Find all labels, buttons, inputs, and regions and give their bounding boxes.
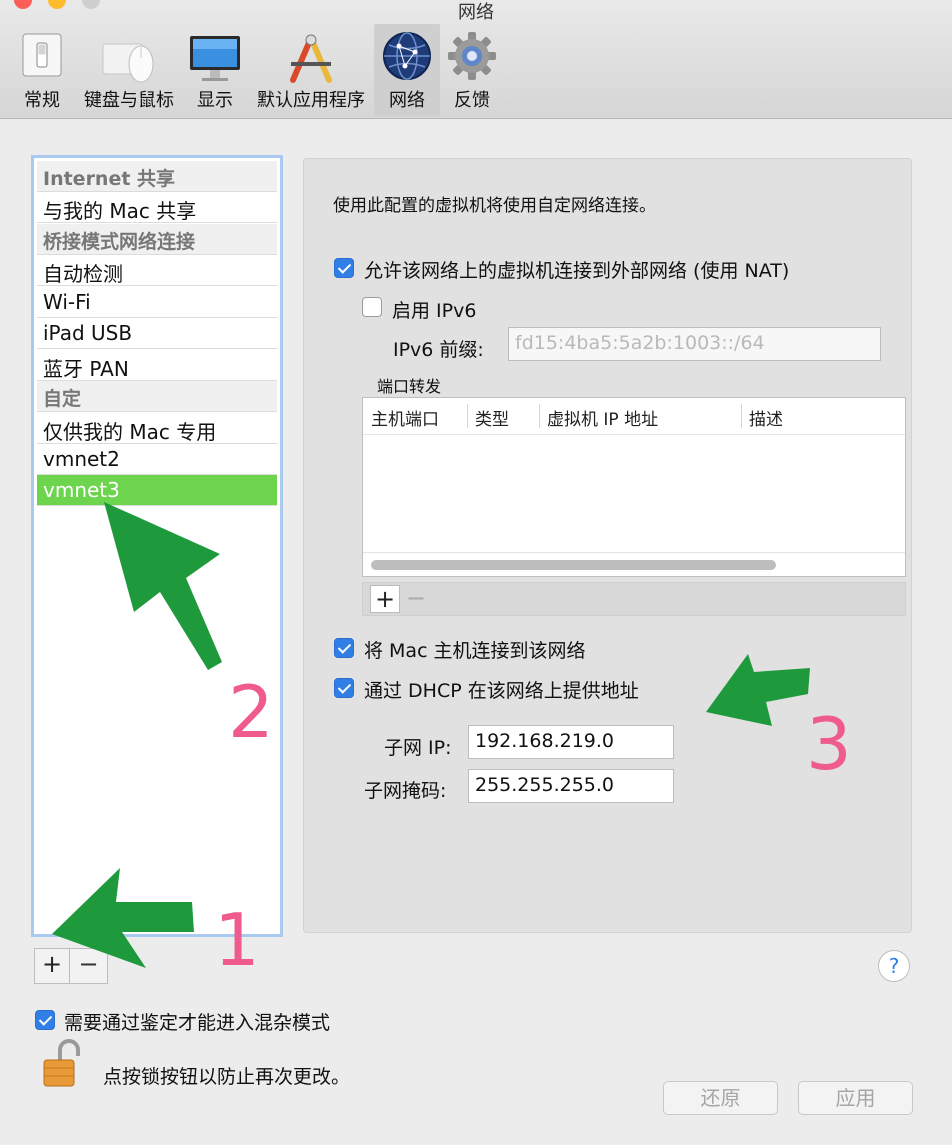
toolbar-item-display[interactable]: 显示	[186, 24, 244, 116]
list-item-wifi[interactable]: Wi-Fi	[37, 287, 277, 318]
window-title: 网络	[458, 2, 494, 23]
column-header-description[interactable]: 描述	[741, 398, 905, 435]
annotation-arrow-1	[52, 868, 194, 968]
add-port-forward-button[interactable]: +	[370, 585, 400, 613]
subnet-ip-label: 子网 IP:	[384, 737, 452, 759]
toolbar-item-feedback[interactable]: 反馈	[446, 24, 498, 116]
annotation-number-2: 2	[228, 670, 274, 754]
apply-button[interactable]: 应用	[798, 1081, 913, 1115]
window-toolbar: 网络 常规 键盘与鼠标 显示 默认应用程序 网络 反馈	[0, 0, 952, 119]
ipv6-prefix-field[interactable]: fd15:4ba5:5a2b:1003::/64	[508, 327, 881, 361]
ipv6-prefix-label: IPv6 前缀:	[393, 339, 484, 361]
help-button[interactable]: ?	[878, 950, 910, 982]
annotation-number-1: 1	[214, 898, 260, 982]
lock-hint-text: 点按锁按钮以防止再次更改。	[103, 1066, 351, 1088]
list-header-custom: 自定	[37, 381, 277, 412]
list-item-bluetooth-pan[interactable]: 蓝牙 PAN	[37, 350, 277, 381]
list-item-autodetect[interactable]: 自动检测	[37, 255, 277, 286]
toolbar-item-keyboard-mouse[interactable]: 键盘与鼠标	[78, 24, 180, 116]
toolbar-item-default-apps[interactable]: 默认应用程序	[252, 24, 370, 116]
column-header-vm-ip[interactable]: 虚拟机 IP 地址	[539, 398, 741, 435]
connect-mac-label: 将 Mac 主机连接到该网络	[364, 640, 586, 662]
globe-icon	[383, 32, 431, 80]
toolbar-item-network[interactable]: 网络	[374, 24, 440, 116]
toolbar-item-general[interactable]: 常规	[14, 24, 70, 116]
port-forwarding-title: 端口转发	[377, 377, 442, 396]
remove-port-forward-button[interactable]: −	[401, 585, 431, 613]
column-header-type[interactable]: 类型	[467, 398, 539, 435]
toolbar-label-keyboard-mouse: 键盘与鼠标	[84, 90, 174, 111]
annotation-arrow-3	[706, 654, 810, 726]
toolbar-label-general: 常规	[24, 90, 60, 111]
monitor-icon	[190, 36, 240, 81]
annotation-arrow-2	[104, 502, 222, 670]
connect-mac-checkbox[interactable]	[334, 638, 354, 658]
column-divider	[467, 404, 468, 428]
revert-button[interactable]: 还原	[663, 1081, 778, 1115]
subnet-ip-field[interactable]: 192.168.219.0	[468, 725, 674, 759]
annotation-number-3: 3	[806, 702, 852, 786]
column-header-host-port[interactable]: 主机端口	[363, 398, 467, 435]
ipv6-checkbox[interactable]	[362, 297, 382, 317]
promiscuous-label: 需要通过鉴定才能进入混杂模式	[64, 1012, 331, 1034]
list-header-bridged: 桥接模式网络连接	[37, 224, 277, 255]
lock-open-icon[interactable]	[40, 1038, 86, 1090]
promiscuous-checkbox[interactable]	[35, 1010, 55, 1030]
port-forwarding-table[interactable]: 主机端口 类型 虚拟机 IP 地址 描述	[362, 397, 906, 577]
list-header-internet-sharing: Internet 共享	[37, 161, 277, 192]
gear-icon	[448, 32, 496, 80]
column-divider	[539, 404, 540, 428]
toolbar-label-feedback: 反馈	[454, 90, 490, 111]
subnet-mask-label: 子网掩码:	[364, 780, 447, 802]
subnet-mask-field[interactable]: 255.255.255.0	[468, 769, 674, 803]
list-item-vmnet2[interactable]: vmnet2	[37, 444, 277, 475]
dhcp-label: 通过 DHCP 在该网络上提供地址	[364, 680, 639, 702]
mouse-icon	[102, 43, 154, 83]
column-divider	[741, 404, 742, 428]
nat-label: 允许该网络上的虚拟机连接到外部网络 (使用 NAT)	[364, 260, 790, 282]
horizontal-scrollbar[interactable]	[371, 560, 776, 570]
port-forwarding-add-remove-bar: + −	[362, 582, 906, 616]
toolbar-label-display: 显示	[197, 90, 233, 111]
nat-checkbox[interactable]	[334, 258, 354, 278]
app-tools-icon	[290, 34, 332, 83]
toolbar-label-default-apps: 默认应用程序	[257, 90, 365, 111]
toolbar-label-network: 网络	[389, 90, 425, 111]
ipv6-label: 启用 IPv6	[392, 300, 477, 322]
list-item-ipad-usb[interactable]: iPad USB	[37, 318, 277, 349]
switch-icon	[22, 33, 62, 77]
dhcp-checkbox[interactable]	[334, 678, 354, 698]
list-item-share-with-mac[interactable]: 与我的 Mac 共享	[37, 192, 277, 223]
panel-description: 使用此配置的虚拟机将使用自定网络连接。	[333, 196, 656, 216]
list-item-private-to-mac[interactable]: 仅供我的 Mac 专用	[37, 413, 277, 444]
